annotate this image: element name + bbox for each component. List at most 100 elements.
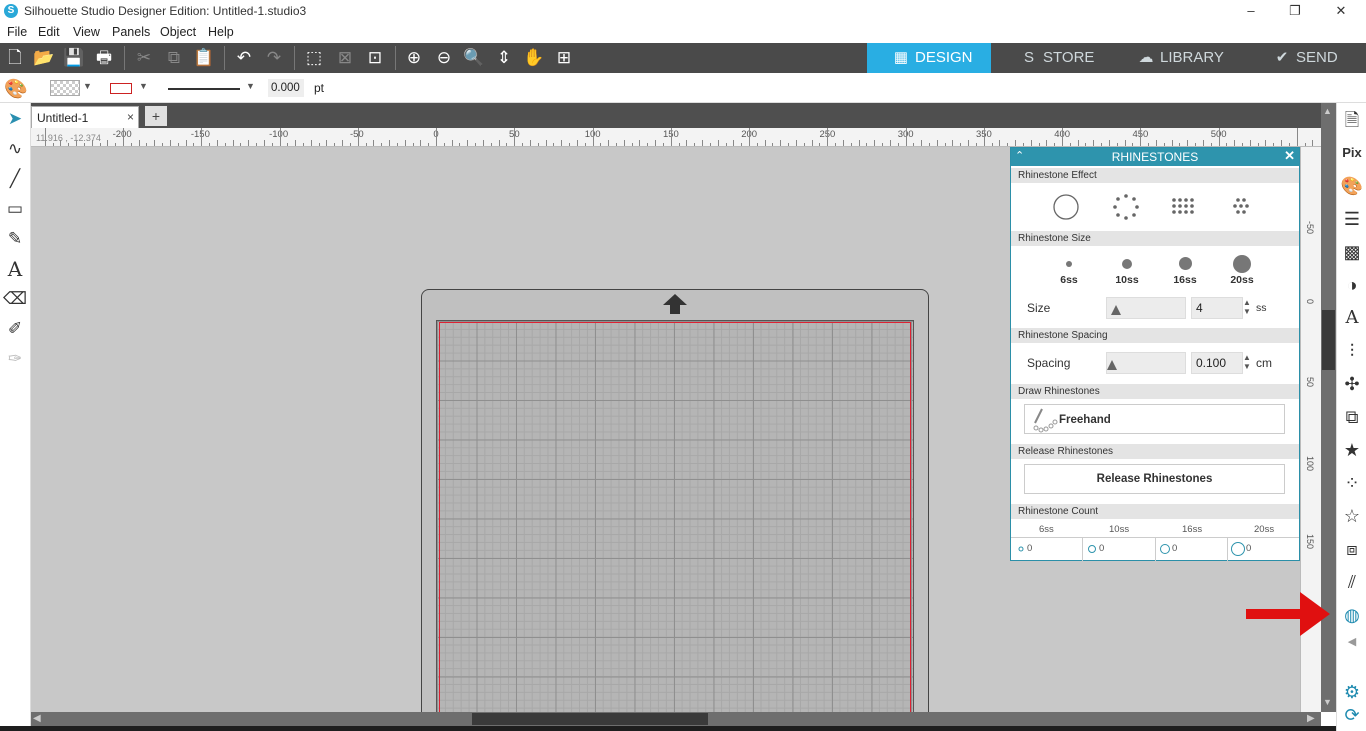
menu-view[interactable]: View xyxy=(73,25,100,39)
open-folder-icon[interactable]: 📂 xyxy=(32,47,56,69)
select-by-color-icon[interactable]: ⊡ xyxy=(363,47,387,69)
close-tab-icon[interactable]: × xyxy=(127,110,134,124)
print-icon[interactable]: 🖶 xyxy=(92,47,116,69)
spacing-slider[interactable] xyxy=(1106,352,1186,374)
pencil-tool-icon[interactable]: ✎ xyxy=(3,227,27,251)
text-tool-icon[interactable]: A xyxy=(3,257,27,281)
ruler-tick xyxy=(138,140,140,146)
palette-icon[interactable]: 🎨 xyxy=(4,77,28,101)
vertical-scroll-thumb[interactable] xyxy=(1322,310,1335,370)
paste-icon[interactable]: 📋 xyxy=(192,47,216,69)
scroll-right-icon[interactable]: ▶ xyxy=(1307,713,1315,724)
close-panel-icon[interactable]: ✕ xyxy=(1284,148,1295,164)
horizontal-scrollbar[interactable]: ◀ ▶ xyxy=(31,712,1321,726)
sketch-icon[interactable]: ⫽ xyxy=(1340,569,1364,595)
chevron-down-icon[interactable]: ▼ xyxy=(246,81,255,91)
select-all-icon[interactable]: ⬚ xyxy=(302,47,326,69)
scroll-left-icon[interactable]: ◀ xyxy=(33,713,41,724)
tab-send[interactable]: ✔ SEND xyxy=(1258,43,1366,73)
scroll-down-icon[interactable]: ▼ xyxy=(1323,697,1332,707)
release-rhinestones-button[interactable]: Release Rhinestones xyxy=(1024,464,1285,494)
rhinestone-dots-icon[interactable]: ⁘ xyxy=(1340,470,1364,496)
redo-icon[interactable]: ↷ xyxy=(262,47,286,69)
line-style-preview[interactable] xyxy=(168,88,240,90)
select-arrow-icon[interactable]: ➤ xyxy=(3,107,27,131)
horizontal-scroll-thumb[interactable] xyxy=(472,713,708,725)
spacing-stepper-icon[interactable]: ▲ ▼ xyxy=(1242,353,1252,371)
page-setup-icon[interactable]: 🗎 xyxy=(1340,107,1364,133)
new-document-icon[interactable]: 🗋 xyxy=(3,47,27,69)
zoom-select-icon[interactable]: 🔍 xyxy=(462,47,486,69)
zoom-out-icon[interactable]: ⊖ xyxy=(432,47,456,69)
menu-panels[interactable]: Panels xyxy=(112,25,150,39)
rectangle-tool-icon[interactable]: ▭ xyxy=(3,197,27,221)
scroll-up-icon[interactable]: ▲ xyxy=(1323,106,1332,116)
chevron-down-icon[interactable]: ▼ xyxy=(83,81,92,91)
replicate-icon[interactable]: ⧉ xyxy=(1340,404,1364,430)
align-icon[interactable]: ⫶ xyxy=(1340,338,1364,364)
slider-knob[interactable] xyxy=(1111,305,1121,315)
zoom-in-icon[interactable]: ⊕ xyxy=(402,47,426,69)
ruler-tick xyxy=(584,143,586,146)
save-icon[interactable]: 💾 xyxy=(62,47,86,69)
size-16ss-icon[interactable] xyxy=(1179,257,1192,270)
undo-icon[interactable]: ↶ xyxy=(232,47,256,69)
pan-hand-icon[interactable]: ✋ xyxy=(522,47,546,69)
fit-to-page-icon[interactable]: ⊞ xyxy=(552,47,576,69)
copy-icon[interactable]: ⧉ xyxy=(162,47,186,69)
freehand-rhinestone-icon xyxy=(1033,408,1058,433)
tab-untitled-1[interactable]: Untitled-1 × xyxy=(31,106,139,128)
size-10ss-icon[interactable] xyxy=(1122,259,1132,269)
slider-knob[interactable] xyxy=(1107,360,1117,370)
add-tab-button[interactable]: + xyxy=(145,106,167,126)
sync-icon[interactable]: ⟳ xyxy=(1340,702,1364,728)
ruler-tick xyxy=(201,128,203,146)
close-button[interactable]: ✕ xyxy=(1318,0,1364,22)
size-6ss-icon[interactable] xyxy=(1066,261,1072,267)
line-style-icon[interactable]: ☰ xyxy=(1340,206,1364,232)
text-style-icon[interactable]: A xyxy=(1340,305,1364,331)
menu-edit[interactable]: Edit xyxy=(38,25,60,39)
effect-circle-dots-icon[interactable] xyxy=(1111,192,1141,222)
knife-tool-icon[interactable]: ✐ xyxy=(3,317,27,341)
gradient-icon[interactable]: ◑ xyxy=(1340,272,1364,298)
size-input[interactable]: 4 xyxy=(1191,297,1243,319)
minimize-button[interactable]: – xyxy=(1228,0,1274,22)
fill-pattern-icon[interactable]: ▩ xyxy=(1340,239,1364,265)
design-store-globe-icon[interactable]: ◍ xyxy=(1340,602,1364,628)
menu-object[interactable]: Object xyxy=(160,25,196,39)
tab-store[interactable]: S STORE xyxy=(1001,43,1121,73)
modify-star-icon[interactable]: ★ xyxy=(1340,437,1364,463)
menu-help[interactable]: Help xyxy=(208,25,234,39)
size-slider[interactable] xyxy=(1106,297,1186,319)
transform-icon[interactable]: ✣ xyxy=(1340,371,1364,397)
main-toolbar: 🗋 📂 💾 🖶 ✂ ⧉ 📋 ↶ ↷ ⬚ ⊠ ⊡ ⊕ ⊖ 🔍 ⇕ ✋ ⊞ ▦ DES… xyxy=(0,43,1366,73)
eraser-tool-icon[interactable]: ⌫ xyxy=(3,287,27,311)
pix-scan-icon[interactable]: Pix xyxy=(1340,140,1364,166)
deselect-icon[interactable]: ⊠ xyxy=(333,47,357,69)
restore-button[interactable]: ❐ xyxy=(1272,0,1318,22)
chevron-down-icon[interactable]: ▼ xyxy=(139,81,148,91)
tab-design[interactable]: ▦ DESIGN xyxy=(867,43,991,73)
fill-color-icon[interactable]: 🎨 xyxy=(1340,173,1364,199)
cut-icon[interactable]: ✂ xyxy=(132,47,156,69)
effect-scatter-dots-icon[interactable] xyxy=(1227,192,1257,222)
effect-grid-dots-icon[interactable] xyxy=(1169,192,1199,222)
spacing-input[interactable]: 0.100 xyxy=(1191,352,1243,374)
line-tool-icon[interactable]: ╱ xyxy=(3,167,27,191)
offset-star-icon[interactable]: ☆ xyxy=(1340,503,1364,529)
eyedropper-tool-icon[interactable]: ✑ xyxy=(3,347,27,371)
size-20ss-icon[interactable] xyxy=(1233,255,1251,273)
effect-none-icon[interactable] xyxy=(1051,192,1081,222)
line-color-swatch[interactable] xyxy=(110,83,132,94)
freehand-button[interactable]: Freehand xyxy=(1024,404,1285,434)
fill-pattern-swatch[interactable] xyxy=(50,80,80,96)
drag-zoom-icon[interactable]: ⇕ xyxy=(492,47,516,69)
trace-icon[interactable]: ⧈ xyxy=(1340,536,1364,562)
edit-points-icon[interactable]: ∿ xyxy=(3,137,27,161)
line-width-input[interactable]: 0.000 xyxy=(268,79,304,97)
collapse-left-icon[interactable]: ◀ xyxy=(1340,629,1364,655)
tab-library[interactable]: ☁ LIBRARY xyxy=(1128,43,1258,73)
menu-file[interactable]: File xyxy=(7,25,27,39)
size-stepper-icon[interactable]: ▲ ▼ xyxy=(1242,298,1252,316)
